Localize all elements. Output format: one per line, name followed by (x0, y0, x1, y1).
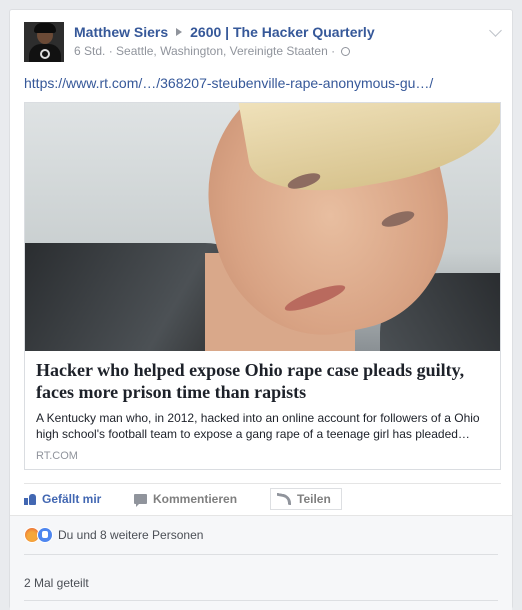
like-button[interactable]: Gefällt mir (24, 488, 101, 510)
reactions-text[interactable]: Du und 8 weitere Personen (58, 528, 203, 542)
post-header: Matthew Siers 2600 | The Hacker Quarterly… (24, 22, 502, 66)
post-location[interactable]: Seattle, Washington, Vereinigte Staaten (116, 44, 328, 58)
thumbs-up-icon (24, 493, 36, 505)
meta-separator: · (331, 44, 336, 58)
reactions-summary[interactable]: Du und 8 weitere Personen (24, 526, 203, 544)
post-meta: 6 Std. · Seattle, Washington, Vereinigte… (74, 44, 351, 58)
avatar-hair-shape (34, 23, 56, 33)
share-button[interactable]: Teilen (270, 488, 342, 510)
meta-separator: · (108, 44, 113, 58)
footer-divider (24, 600, 498, 601)
link-preview[interactable]: Hacker who helped expose Ohio rape case … (24, 102, 501, 470)
triangle-right-icon (176, 28, 183, 36)
author-name-link[interactable]: Matthew Siers (74, 24, 168, 40)
comment-button[interactable]: Kommentieren (134, 488, 237, 510)
link-preview-text: Hacker who helped expose Ohio rape case … (36, 359, 490, 462)
post-footer: Du und 8 weitere Personen 2 Mal geteilt (10, 515, 512, 610)
link-preview-title[interactable]: Hacker who helped expose Ohio rape case … (36, 359, 490, 403)
shares-count[interactable]: 2 Mal geteilt (24, 576, 89, 590)
link-preview-image[interactable] (25, 103, 500, 351)
avatar[interactable] (24, 22, 64, 62)
post-timestamp[interactable]: 6 Std. (74, 44, 105, 58)
post-card: Matthew Siers 2600 | The Hacker Quarterly… (9, 9, 513, 610)
footer-divider (24, 554, 498, 555)
share-arrow-icon (277, 492, 291, 506)
post-url-link[interactable]: https://www.rt.com/…/368207-steubenville… (24, 75, 433, 91)
avatar-shirt-logo (40, 49, 50, 59)
like-button-label: Gefällt mir (42, 492, 102, 506)
share-button-label: Teilen (297, 492, 331, 506)
link-preview-description: A Kentucky man who, in 2012, hacked into… (36, 411, 480, 441)
post-action-bar: Gefällt mir Kommentieren Teilen (24, 483, 501, 515)
link-preview-domain: RT.COM (36, 450, 78, 462)
like-reaction-icon (37, 527, 53, 543)
comment-bubble-icon (134, 494, 147, 507)
chevron-down-icon[interactable] (489, 24, 502, 37)
comment-button-label: Kommentieren (153, 492, 238, 506)
group-name-link[interactable]: 2600 | The Hacker Quarterly (190, 24, 374, 40)
post-author-line: Matthew Siers 2600 | The Hacker Quarterly (74, 24, 375, 40)
globe-icon[interactable] (341, 47, 351, 56)
